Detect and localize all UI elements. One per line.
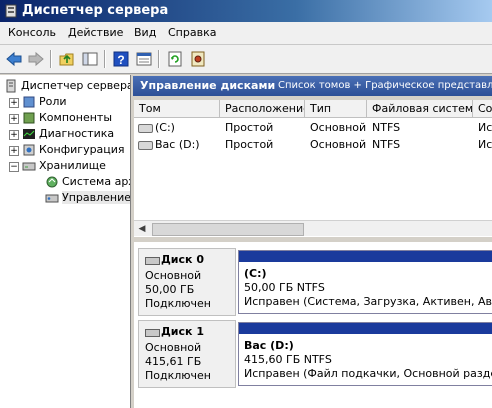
expand-icon[interactable]: + bbox=[9, 98, 19, 108]
disk-kind: Основной bbox=[145, 341, 202, 354]
disk-state: Подключен bbox=[145, 297, 211, 310]
title-bar: Диспетчер сервера bbox=[0, 0, 492, 22]
svg-text:?: ? bbox=[117, 53, 124, 67]
show-hide-tree-icon[interactable] bbox=[81, 50, 99, 68]
disk-state: Подключен bbox=[145, 369, 211, 382]
column-header-layout[interactable]: Расположение bbox=[220, 100, 305, 118]
tree-item-label: Хранилище bbox=[39, 159, 106, 172]
settings-icon[interactable] bbox=[189, 50, 207, 68]
tree-item-label: Диагностика bbox=[39, 127, 115, 140]
menu-help[interactable]: Справка bbox=[168, 26, 216, 39]
disk-kind: Основной bbox=[145, 269, 202, 282]
configuration-icon bbox=[23, 144, 35, 156]
refresh-icon[interactable] bbox=[166, 50, 184, 68]
volume-name: (C:) bbox=[155, 121, 175, 134]
disk-title: Диск 1 bbox=[161, 325, 204, 338]
panel-header: Управление дисками Список томов + Графич… bbox=[133, 76, 492, 96]
disk-title: Диск 0 bbox=[161, 253, 204, 266]
volume-layout: Простой bbox=[225, 121, 274, 134]
partition-status: Исправен (Система, Загрузка, Активен, Ав… bbox=[244, 295, 492, 308]
table-row[interactable]: Вас (D:) Простой Основной NTFS Исп bbox=[134, 136, 492, 153]
properties-icon[interactable] bbox=[135, 50, 153, 68]
menu-console[interactable]: Консоль bbox=[8, 26, 56, 39]
menu-view[interactable]: Вид bbox=[134, 26, 156, 39]
tree-root-label: Диспетчер сервера bbox=[21, 79, 131, 92]
server-manager-icon bbox=[5, 4, 17, 18]
partition-bar bbox=[239, 323, 492, 334]
scrollbar-thumb[interactable] bbox=[152, 223, 304, 236]
expand-icon[interactable]: + bbox=[9, 146, 19, 156]
toolbar: ? bbox=[0, 45, 492, 74]
collapse-icon[interactable]: − bbox=[9, 162, 19, 172]
volume-drive-icon bbox=[138, 124, 153, 133]
disk-graphical-view: Диск 0 Основной 50,00 ГБ Подключен (C:) … bbox=[134, 242, 492, 408]
partition-name: (C:) bbox=[244, 267, 267, 280]
column-header-volume[interactable]: Том bbox=[134, 100, 220, 118]
volume-type: Основной bbox=[310, 138, 367, 151]
tree-item-label: Конфигурация bbox=[39, 143, 125, 156]
menu-bar: Консоль Действие Вид Справка bbox=[0, 22, 492, 45]
table-row[interactable]: (C:) Простой Основной NTFS Исп bbox=[134, 119, 492, 136]
tree-item-label: Роли bbox=[39, 95, 67, 108]
toolbar-separator bbox=[104, 50, 106, 68]
disk-icon bbox=[145, 257, 160, 265]
panel-title: Управление дисками bbox=[140, 79, 276, 92]
navigation-tree: Диспетчер сервера + Роли + Компоненты + … bbox=[0, 75, 131, 408]
column-header-status[interactable]: Сост bbox=[473, 100, 492, 118]
window-title: Диспетчер сервера bbox=[22, 3, 169, 18]
partition-d[interactable]: Вас (D:) 415,60 ГБ NTFS Исправен (Файл п… bbox=[238, 322, 492, 386]
volume-status: Исп bbox=[478, 138, 492, 151]
up-folder-icon[interactable] bbox=[58, 50, 76, 68]
disk-icon bbox=[145, 329, 160, 337]
forward-icon[interactable] bbox=[27, 50, 45, 68]
roles-icon bbox=[23, 96, 35, 108]
column-header-type[interactable]: Тип bbox=[305, 100, 367, 118]
volume-status: Исп bbox=[478, 121, 492, 134]
disk-0-info[interactable]: Диск 0 Основной 50,00 ГБ Подключен bbox=[138, 248, 236, 316]
menu-action[interactable]: Действие bbox=[68, 26, 123, 39]
features-icon bbox=[23, 112, 35, 124]
volume-list: Том Расположение Тип Файловая система Со… bbox=[134, 100, 492, 236]
tree-item-label: Компоненты bbox=[39, 111, 113, 124]
partition-bar bbox=[239, 251, 492, 262]
scroll-left-icon[interactable]: ◀ bbox=[136, 223, 148, 235]
partition-status: Исправен (Файл подкачки, Основной раздел… bbox=[244, 367, 492, 380]
volume-filesystem: NTFS bbox=[372, 121, 401, 134]
disk-size: 415,61 ГБ bbox=[145, 355, 202, 368]
toolbar-separator bbox=[50, 50, 52, 68]
server-icon bbox=[6, 79, 16, 93]
volume-layout: Простой bbox=[225, 138, 274, 151]
disk-management-icon bbox=[45, 194, 59, 203]
partition-name: Вас (D:) bbox=[244, 339, 294, 352]
partition-size: 50,00 ГБ NTFS bbox=[244, 281, 325, 294]
backup-icon bbox=[46, 176, 58, 188]
expand-icon[interactable]: + bbox=[9, 114, 19, 124]
disk-size: 50,00 ГБ bbox=[145, 283, 195, 296]
volume-filesystem: NTFS bbox=[372, 138, 401, 151]
volume-name: Вас (D:) bbox=[155, 138, 200, 151]
back-icon[interactable] bbox=[5, 50, 23, 68]
tree-item-label: Система архи bbox=[62, 175, 130, 188]
toolbar-separator bbox=[158, 50, 160, 68]
volume-type: Основной bbox=[310, 121, 367, 134]
storage-icon bbox=[22, 162, 36, 171]
column-header-filesystem[interactable]: Файловая система bbox=[367, 100, 473, 118]
disk-1-info[interactable]: Диск 1 Основной 415,61 ГБ Подключен bbox=[138, 320, 236, 388]
help-icon[interactable]: ? bbox=[112, 50, 130, 68]
tree-item-label: Управление bbox=[62, 191, 131, 204]
diagnostics-icon bbox=[23, 129, 35, 139]
partition-c[interactable]: (C:) 50,00 ГБ NTFS Исправен (Система, За… bbox=[238, 250, 492, 314]
partition-size: 415,60 ГБ NTFS bbox=[244, 353, 332, 366]
horizontal-scrollbar[interactable]: ◀ bbox=[134, 220, 492, 237]
panel-view-selector[interactable]: Список томов + Графическое представлени bbox=[278, 80, 492, 91]
volume-drive-icon bbox=[138, 141, 153, 150]
expand-icon[interactable]: + bbox=[9, 130, 19, 140]
